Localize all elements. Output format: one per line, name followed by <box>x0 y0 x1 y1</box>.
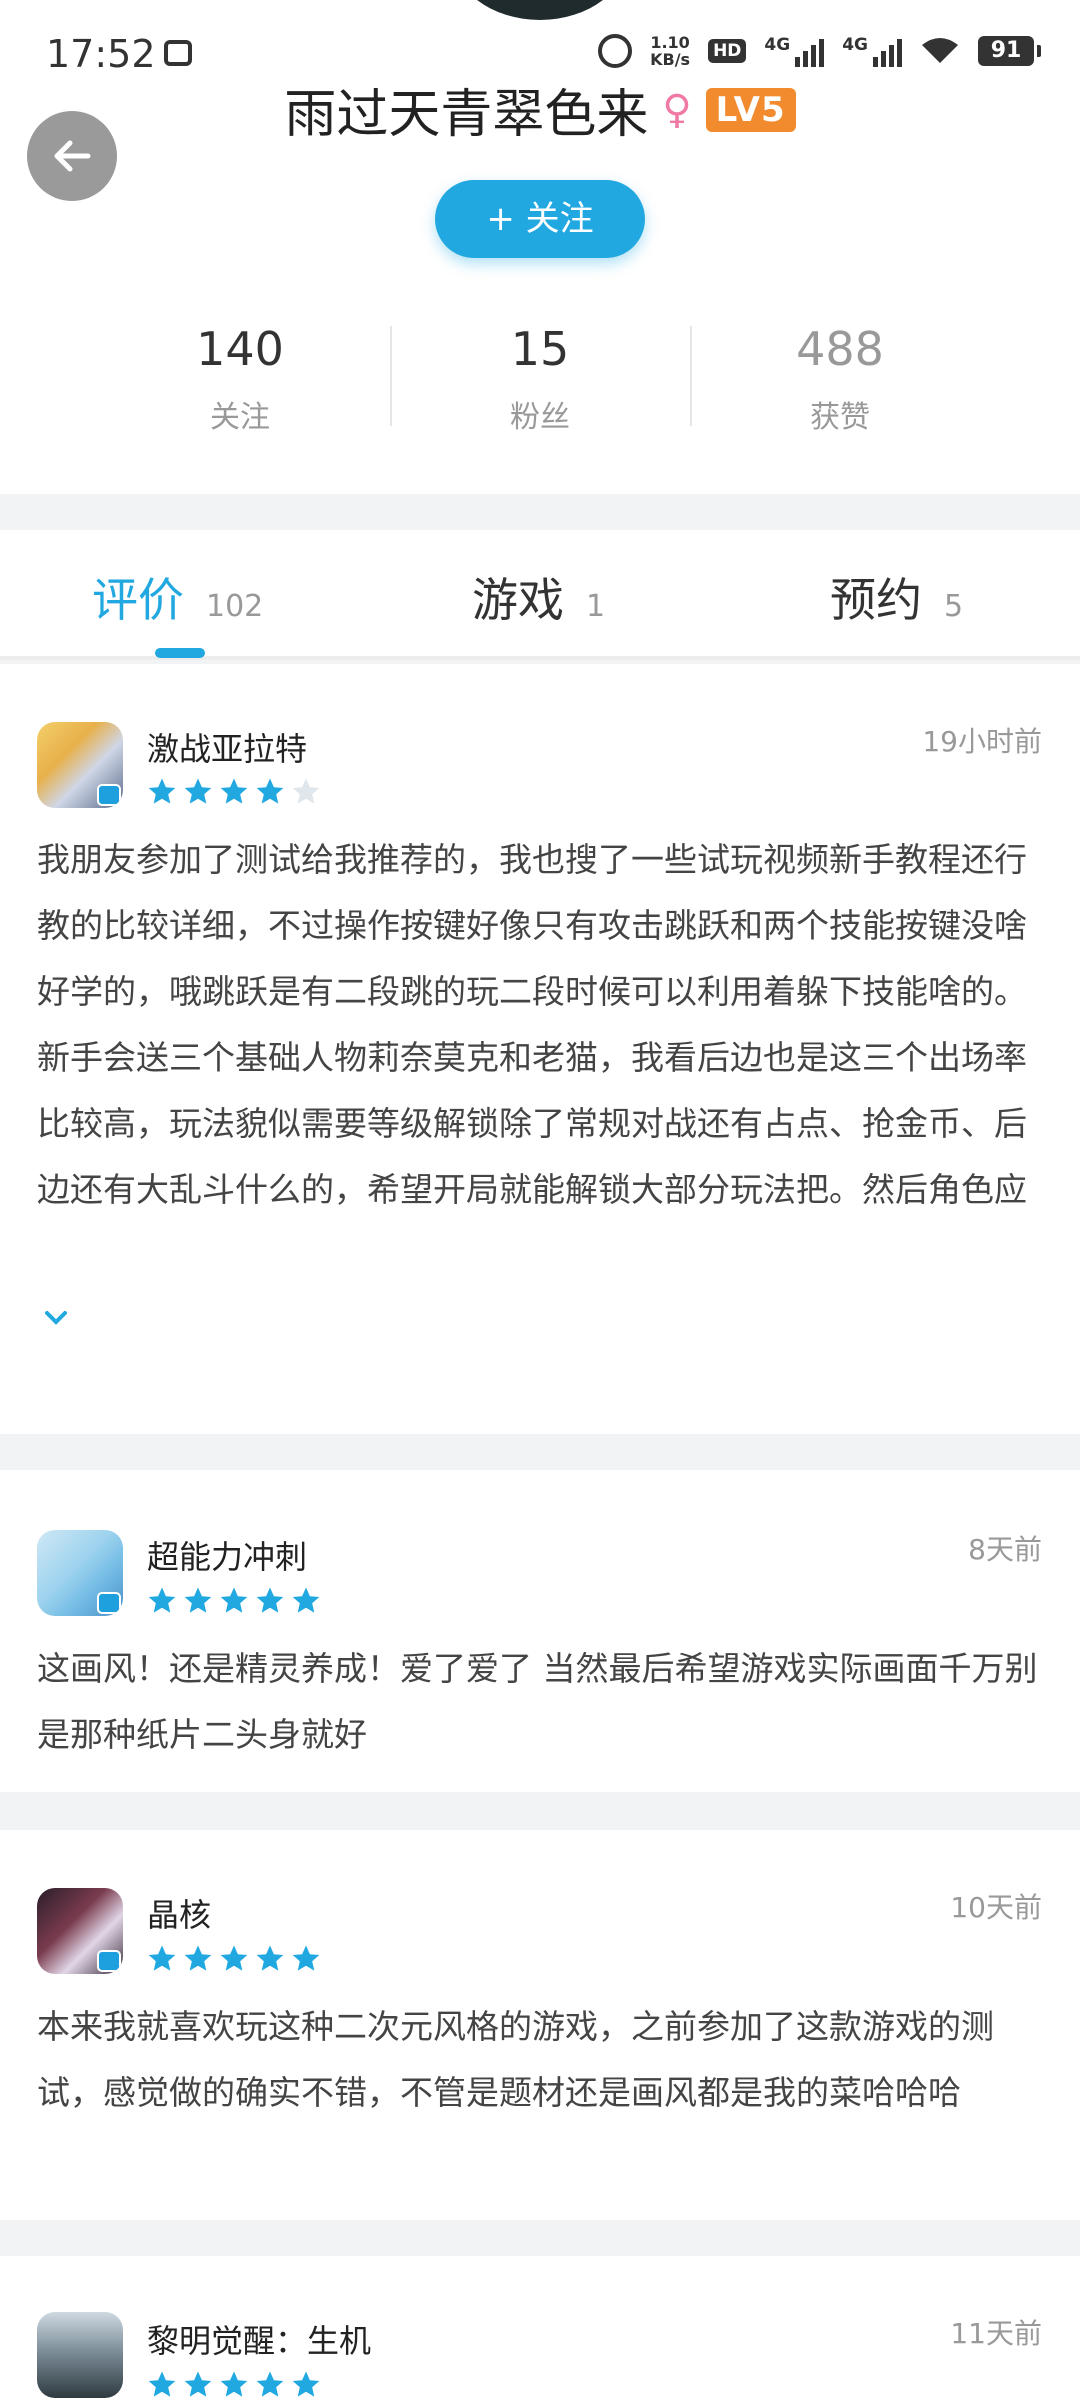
active-tab-indicator <box>155 648 205 658</box>
rating-stars <box>147 1944 321 1974</box>
network-speed: 1.10 KB/s <box>650 34 690 68</box>
star-icon <box>184 1945 212 1971</box>
battery-icon: 91 <box>978 36 1041 66</box>
star-icon <box>292 1945 320 1971</box>
stat-following-value: 140 <box>196 322 284 376</box>
review-time: 11天前 <box>950 2317 1042 2350</box>
alarm-icon <box>598 34 633 68</box>
tab-games[interactable]: 游戏 1 <box>472 564 605 630</box>
signal-icon-1: 4G <box>764 35 825 67</box>
network-type-1: 4G <box>764 35 791 55</box>
tab-reservations-count: 5 <box>944 589 964 624</box>
rating-stars <box>147 2370 321 2400</box>
star-icon <box>256 1587 284 1613</box>
game-name[interactable]: 黎明觉醒：生机 <box>147 2316 371 2362</box>
game-badge-icon <box>97 784 121 806</box>
star-icon <box>292 778 320 804</box>
star-icon <box>292 1587 320 1613</box>
review-card[interactable]: 晶核 10天前 本来我就喜欢玩这种二次元风格的游戏，之前参加了这款游戏的测试，感… <box>0 1830 1080 2220</box>
tab-bar: 评价 102 游戏 1 预约 5 <box>0 530 1080 660</box>
stat-following-label: 关注 <box>210 400 270 435</box>
review-card[interactable]: 超能力冲刺 8天前 这画风！还是精灵养成！爱了爱了 当然最后希望游戏实际画面千万… <box>0 1470 1080 1792</box>
tab-games-count: 1 <box>586 589 606 624</box>
review-text: 我朋友参加了测试给我推荐的，我也搜了一些试玩视频新手教程还行教的比较详细，不过操… <box>37 840 1027 1209</box>
star-icon <box>256 2371 284 2397</box>
rating-stars <box>147 1586 321 1616</box>
game-name[interactable]: 晶核 <box>147 1890 211 1936</box>
hd-icon: HD <box>708 39 747 63</box>
tab-reviews[interactable]: 评价 102 <box>92 564 263 630</box>
review-time: 8天前 <box>968 1533 1042 1566</box>
star-icon <box>220 1587 248 1613</box>
game-icon[interactable] <box>37 1530 123 1616</box>
star-icon <box>256 1945 284 1971</box>
back-button[interactable] <box>27 111 117 201</box>
status-icons: 1.10 KB/s HD 4G 4G 91 <box>598 34 1041 68</box>
star-icon <box>220 778 248 804</box>
chevron-down-icon[interactable] <box>42 1308 70 1328</box>
star-icon <box>220 1945 248 1971</box>
star-icon <box>256 778 284 804</box>
stat-likes: 488 获赞 <box>690 320 990 435</box>
game-icon[interactable] <box>37 722 123 808</box>
wifi-icon <box>922 38 958 63</box>
star-icon <box>148 2371 176 2397</box>
tab-reservations[interactable]: 预约 5 <box>830 564 963 630</box>
tab-reservations-label: 预约 <box>830 573 922 627</box>
game-name[interactable]: 超能力冲刺 <box>147 1532 307 1578</box>
star-icon <box>184 2371 212 2397</box>
stat-following[interactable]: 140 关注 <box>90 320 390 435</box>
star-icon <box>184 1587 212 1613</box>
status-time: 17:52 <box>46 32 156 76</box>
star-icon <box>220 2371 248 2397</box>
follow-button[interactable]: + 关注 <box>435 180 645 258</box>
notification-app-icon <box>164 40 192 66</box>
star-icon <box>148 1587 176 1613</box>
network-speed-unit: KB/s <box>650 50 691 69</box>
star-icon <box>184 778 212 804</box>
game-badge-icon <box>97 1592 121 1614</box>
stat-followers-label: 粉丝 <box>510 400 570 435</box>
review-text: 这画风！还是精灵养成！爱了爱了 当然最后希望游戏实际画面千万别是那种纸片二头身就… <box>37 1649 1038 1754</box>
game-badge-icon <box>97 1950 121 1972</box>
signal-icon-2: 4G <box>842 35 902 67</box>
review-time: 19小时前 <box>922 725 1042 758</box>
review-text: 本来我就喜欢玩这种二次元风格的游戏，之前参加了这款游戏的测试，感觉做的确实不错，… <box>37 2007 994 2112</box>
review-card[interactable]: 激战亚拉特 19小时前 我朋友参加了测试给我推荐的，我也搜了一些试玩视频新手教程… <box>0 664 1080 1434</box>
tab-reviews-label: 评价 <box>92 573 184 627</box>
rating-stars <box>147 777 321 807</box>
star-icon <box>148 1945 176 1971</box>
game-name[interactable]: 激战亚拉特 <box>147 724 307 770</box>
arrow-left-icon <box>54 140 91 172</box>
review-card[interactable]: 黎明觉醒：生机 11天前 <box>0 2256 1080 2400</box>
tab-games-label: 游戏 <box>472 573 564 627</box>
game-icon[interactable] <box>37 1888 123 1974</box>
stat-followers-value: 15 <box>510 322 570 376</box>
star-icon <box>292 2371 320 2397</box>
stat-followers[interactable]: 15 粉丝 <box>390 320 690 435</box>
network-type-2: 4G <box>842 35 868 55</box>
stat-likes-label: 获赞 <box>810 400 870 435</box>
game-icon[interactable] <box>37 2312 123 2398</box>
tab-reviews-count: 102 <box>206 589 264 624</box>
review-time: 10天前 <box>950 1891 1042 1924</box>
stat-likes-value: 488 <box>796 322 884 376</box>
star-icon <box>148 778 176 804</box>
stats-row: 140 关注 15 粉丝 488 获赞 <box>90 320 990 435</box>
